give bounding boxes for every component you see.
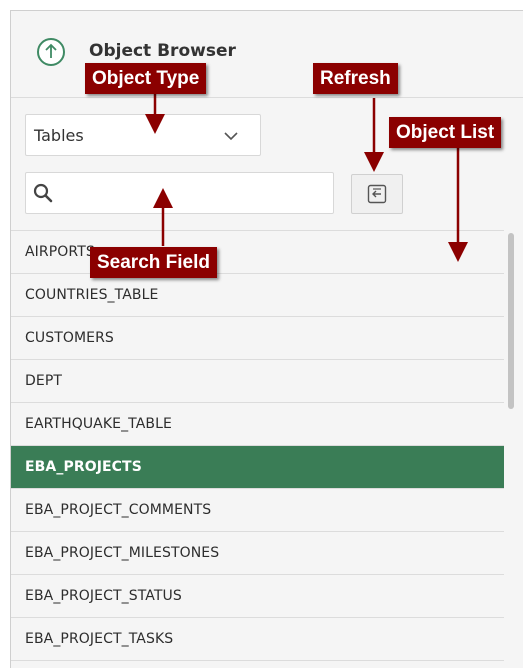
- callout-refresh: Refresh: [313, 63, 398, 94]
- callout-object-type: Object Type: [85, 63, 207, 94]
- callout-search-field: Search Field: [90, 247, 217, 278]
- callout-object-list: Object List: [389, 117, 502, 148]
- callout-arrows: [145, 94, 468, 262]
